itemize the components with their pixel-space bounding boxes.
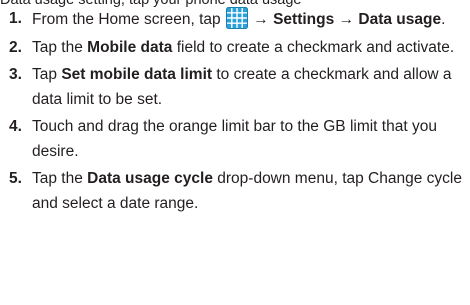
- step-text: Touch and drag the orange limit bar to t…: [32, 118, 437, 160]
- arrow-right-icon: →: [253, 11, 269, 28]
- arrow-right-icon: →: [338, 11, 355, 28]
- step-text: Tap the: [32, 38, 88, 56]
- step-number: 2.: [9, 38, 22, 56]
- data-usage-cycle-label: Data usage cycle: [87, 170, 213, 187]
- instruction-steps-list: 1. From the Home screen, tap → Settings …: [0, 7, 470, 219]
- step-number: 1.: [9, 10, 22, 27]
- data-usage-label: Data usage: [358, 11, 442, 28]
- step-text: From the Home screen, tap: [32, 11, 225, 28]
- step-number: 5.: [9, 170, 22, 187]
- step-text-end: .: [441, 11, 446, 28]
- step-1: 1. From the Home screen, tap → Settings …: [0, 7, 470, 33]
- step-2: 2. Tap the Mobile data field to create a…: [0, 36, 470, 61]
- step-text: Tap: [32, 66, 62, 83]
- step-3: 3. Tap Set mobile data limit to create a…: [0, 63, 470, 112]
- set-mobile-data-limit-label: Set mobile data limit: [61, 66, 213, 83]
- step-text-end: field to create a checkmark and activate…: [172, 38, 455, 56]
- apps-grid-icon: [225, 7, 248, 29]
- step-number: 4.: [9, 118, 22, 135]
- step-5: 5. Tap the Data usage cycle drop-down me…: [0, 167, 470, 216]
- step-number: 3.: [9, 66, 22, 83]
- step-4: 4. Touch and drag the orange limit bar t…: [0, 115, 470, 164]
- mobile-data-label: Mobile data: [87, 38, 173, 56]
- step-text: Tap the: [32, 170, 88, 187]
- settings-label: Settings: [273, 11, 335, 28]
